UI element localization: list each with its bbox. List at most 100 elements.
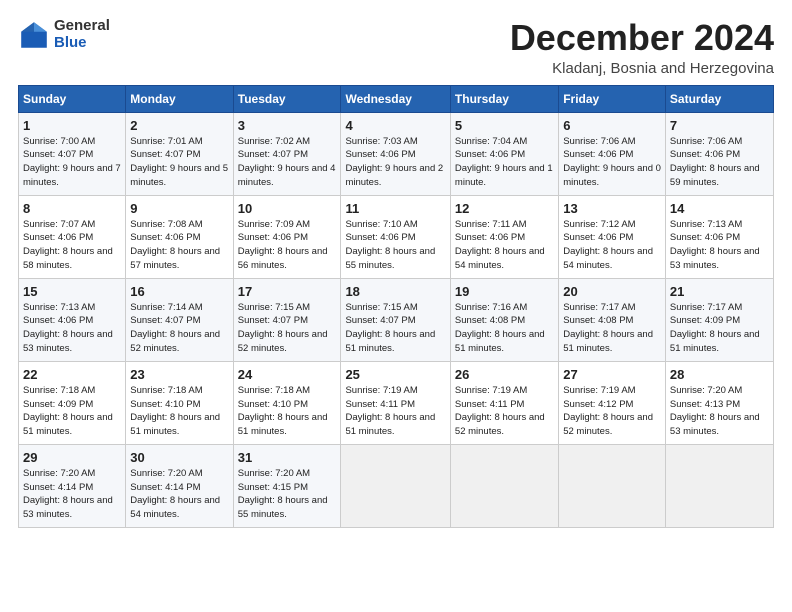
day-number: 8 — [23, 201, 121, 216]
weekday-header-thursday: Thursday — [450, 85, 558, 112]
day-detail: Sunrise: 7:18 AMSunset: 4:10 PMDaylight:… — [238, 385, 328, 437]
calendar-cell — [341, 444, 450, 527]
location-title: Kladanj, Bosnia and Herzegovina — [510, 60, 774, 77]
weekday-header-sunday: Sunday — [19, 85, 126, 112]
day-detail: Sunrise: 7:20 AMSunset: 4:15 PMDaylight:… — [238, 468, 328, 520]
calendar-cell: 10 Sunrise: 7:09 AMSunset: 4:06 PMDaylig… — [233, 195, 341, 278]
calendar-cell: 29 Sunrise: 7:20 AMSunset: 4:14 PMDaylig… — [19, 444, 126, 527]
day-detail: Sunrise: 7:15 AMSunset: 4:07 PMDaylight:… — [238, 302, 328, 354]
day-number: 24 — [238, 367, 337, 382]
logo: General Blue — [18, 18, 110, 51]
day-number: 1 — [23, 118, 121, 133]
calendar-cell: 8 Sunrise: 7:07 AMSunset: 4:06 PMDayligh… — [19, 195, 126, 278]
calendar-cell — [450, 444, 558, 527]
day-number: 19 — [455, 284, 554, 299]
weekday-header-tuesday: Tuesday — [233, 85, 341, 112]
day-number: 10 — [238, 201, 337, 216]
calendar-cell: 6 Sunrise: 7:06 AMSunset: 4:06 PMDayligh… — [559, 112, 666, 195]
page: General Blue December 2024 Kladanj, Bosn… — [0, 0, 792, 612]
day-number: 29 — [23, 450, 121, 465]
day-number: 5 — [455, 118, 554, 133]
calendar-cell: 15 Sunrise: 7:13 AMSunset: 4:06 PMDaylig… — [19, 278, 126, 361]
weekday-header-saturday: Saturday — [665, 85, 773, 112]
day-detail: Sunrise: 7:12 AMSunset: 4:06 PMDaylight:… — [563, 219, 653, 271]
day-detail: Sunrise: 7:17 AMSunset: 4:09 PMDaylight:… — [670, 302, 760, 354]
day-number: 31 — [238, 450, 337, 465]
calendar-cell: 17 Sunrise: 7:15 AMSunset: 4:07 PMDaylig… — [233, 278, 341, 361]
day-number: 17 — [238, 284, 337, 299]
day-number: 21 — [670, 284, 769, 299]
calendar-cell: 3 Sunrise: 7:02 AMSunset: 4:07 PMDayligh… — [233, 112, 341, 195]
day-number: 11 — [345, 201, 445, 216]
calendar-cell: 19 Sunrise: 7:16 AMSunset: 4:08 PMDaylig… — [450, 278, 558, 361]
logo-text: General Blue — [54, 18, 110, 51]
calendar-cell: 18 Sunrise: 7:15 AMSunset: 4:07 PMDaylig… — [341, 278, 450, 361]
day-detail: Sunrise: 7:13 AMSunset: 4:06 PMDaylight:… — [670, 219, 760, 271]
day-detail: Sunrise: 7:07 AMSunset: 4:06 PMDaylight:… — [23, 219, 113, 271]
day-number: 7 — [670, 118, 769, 133]
calendar-cell: 23 Sunrise: 7:18 AMSunset: 4:10 PMDaylig… — [126, 361, 233, 444]
calendar-cell: 26 Sunrise: 7:19 AMSunset: 4:11 PMDaylig… — [450, 361, 558, 444]
day-number: 14 — [670, 201, 769, 216]
calendar-cell: 9 Sunrise: 7:08 AMSunset: 4:06 PMDayligh… — [126, 195, 233, 278]
day-detail: Sunrise: 7:18 AMSunset: 4:10 PMDaylight:… — [130, 385, 220, 437]
day-detail: Sunrise: 7:04 AMSunset: 4:06 PMDaylight:… — [455, 136, 553, 188]
calendar-cell: 30 Sunrise: 7:20 AMSunset: 4:14 PMDaylig… — [126, 444, 233, 527]
day-number: 30 — [130, 450, 228, 465]
day-number: 25 — [345, 367, 445, 382]
day-detail: Sunrise: 7:06 AMSunset: 4:06 PMDaylight:… — [670, 136, 760, 188]
weekday-header-wednesday: Wednesday — [341, 85, 450, 112]
calendar-cell: 13 Sunrise: 7:12 AMSunset: 4:06 PMDaylig… — [559, 195, 666, 278]
day-detail: Sunrise: 7:17 AMSunset: 4:08 PMDaylight:… — [563, 302, 653, 354]
day-number: 27 — [563, 367, 661, 382]
day-detail: Sunrise: 7:16 AMSunset: 4:08 PMDaylight:… — [455, 302, 545, 354]
day-detail: Sunrise: 7:00 AMSunset: 4:07 PMDaylight:… — [23, 136, 121, 188]
day-number: 9 — [130, 201, 228, 216]
calendar-cell: 31 Sunrise: 7:20 AMSunset: 4:15 PMDaylig… — [233, 444, 341, 527]
day-number: 22 — [23, 367, 121, 382]
day-number: 23 — [130, 367, 228, 382]
header: General Blue December 2024 Kladanj, Bosn… — [18, 18, 774, 77]
calendar-cell: 1 Sunrise: 7:00 AMSunset: 4:07 PMDayligh… — [19, 112, 126, 195]
day-number: 6 — [563, 118, 661, 133]
weekday-header-friday: Friday — [559, 85, 666, 112]
day-number: 26 — [455, 367, 554, 382]
day-number: 13 — [563, 201, 661, 216]
day-detail: Sunrise: 7:19 AMSunset: 4:11 PMDaylight:… — [345, 385, 435, 437]
day-detail: Sunrise: 7:08 AMSunset: 4:06 PMDaylight:… — [130, 219, 220, 271]
calendar-cell: 16 Sunrise: 7:14 AMSunset: 4:07 PMDaylig… — [126, 278, 233, 361]
calendar-cell: 27 Sunrise: 7:19 AMSunset: 4:12 PMDaylig… — [559, 361, 666, 444]
calendar-cell — [559, 444, 666, 527]
calendar-cell: 24 Sunrise: 7:18 AMSunset: 4:10 PMDaylig… — [233, 361, 341, 444]
calendar-cell: 21 Sunrise: 7:17 AMSunset: 4:09 PMDaylig… — [665, 278, 773, 361]
day-detail: Sunrise: 7:02 AMSunset: 4:07 PMDaylight:… — [238, 136, 336, 188]
day-detail: Sunrise: 7:03 AMSunset: 4:06 PMDaylight:… — [345, 136, 443, 188]
calendar-cell: 12 Sunrise: 7:11 AMSunset: 4:06 PMDaylig… — [450, 195, 558, 278]
day-number: 18 — [345, 284, 445, 299]
calendar-cell — [665, 444, 773, 527]
calendar-cell: 11 Sunrise: 7:10 AMSunset: 4:06 PMDaylig… — [341, 195, 450, 278]
day-detail: Sunrise: 7:20 AMSunset: 4:14 PMDaylight:… — [23, 468, 113, 520]
day-detail: Sunrise: 7:06 AMSunset: 4:06 PMDaylight:… — [563, 136, 661, 188]
day-number: 12 — [455, 201, 554, 216]
calendar-cell: 2 Sunrise: 7:01 AMSunset: 4:07 PMDayligh… — [126, 112, 233, 195]
day-number: 20 — [563, 284, 661, 299]
day-detail: Sunrise: 7:13 AMSunset: 4:06 PMDaylight:… — [23, 302, 113, 354]
calendar-cell: 25 Sunrise: 7:19 AMSunset: 4:11 PMDaylig… — [341, 361, 450, 444]
calendar-cell: 22 Sunrise: 7:18 AMSunset: 4:09 PMDaylig… — [19, 361, 126, 444]
day-number: 3 — [238, 118, 337, 133]
calendar-cell: 14 Sunrise: 7:13 AMSunset: 4:06 PMDaylig… — [665, 195, 773, 278]
day-detail: Sunrise: 7:14 AMSunset: 4:07 PMDaylight:… — [130, 302, 220, 354]
day-number: 28 — [670, 367, 769, 382]
day-number: 4 — [345, 118, 445, 133]
calendar-cell: 5 Sunrise: 7:04 AMSunset: 4:06 PMDayligh… — [450, 112, 558, 195]
calendar-cell: 28 Sunrise: 7:20 AMSunset: 4:13 PMDaylig… — [665, 361, 773, 444]
day-detail: Sunrise: 7:18 AMSunset: 4:09 PMDaylight:… — [23, 385, 113, 437]
calendar-cell: 4 Sunrise: 7:03 AMSunset: 4:06 PMDayligh… — [341, 112, 450, 195]
day-detail: Sunrise: 7:20 AMSunset: 4:13 PMDaylight:… — [670, 385, 760, 437]
month-title: December 2024 — [510, 18, 774, 58]
day-detail: Sunrise: 7:09 AMSunset: 4:06 PMDaylight:… — [238, 219, 328, 271]
day-number: 16 — [130, 284, 228, 299]
calendar-cell: 20 Sunrise: 7:17 AMSunset: 4:08 PMDaylig… — [559, 278, 666, 361]
day-detail: Sunrise: 7:19 AMSunset: 4:12 PMDaylight:… — [563, 385, 653, 437]
